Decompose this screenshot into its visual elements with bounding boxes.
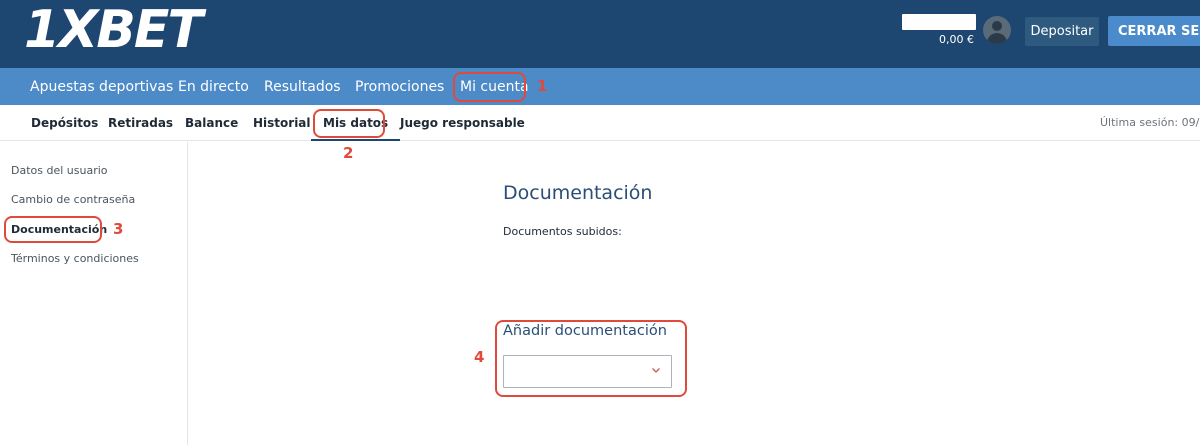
- top-header: 1XBET 0,00 € Depositar CERRAR SESIÓN: [0, 0, 1200, 68]
- main-nav: Apuestas deportivas En directo Resultado…: [0, 68, 1200, 105]
- balance-amount: 0,00 €: [939, 33, 974, 46]
- nav-item-results[interactable]: Resultados: [264, 68, 341, 105]
- account-sidebar: Datos del usuario Cambio de contraseña D…: [0, 142, 188, 445]
- tab-history[interactable]: Historial: [253, 105, 311, 140]
- page-title: Documentación: [503, 182, 653, 204]
- brand-logo[interactable]: 1X BET: [24, 0, 203, 60]
- deposit-button[interactable]: Depositar: [1025, 17, 1099, 46]
- logo-text-1x: 1X: [24, 0, 98, 60]
- tab-withdrawals[interactable]: Retiradas: [108, 105, 173, 140]
- annotation-number-3: 3: [113, 220, 124, 238]
- account-name-box: [902, 14, 976, 30]
- logo-text-bet: BET: [96, 0, 203, 60]
- user-avatar-icon[interactable]: [983, 16, 1011, 44]
- account-sub-nav: Depósitos Retiradas Balance Historial Mi…: [0, 105, 1200, 141]
- logout-button[interactable]: CERRAR SESIÓN: [1108, 16, 1200, 46]
- annotation-number-4: 4: [474, 348, 485, 366]
- tab-deposits[interactable]: Depósitos: [31, 105, 98, 140]
- uploaded-documents-label: Documentos subidos:: [503, 225, 622, 238]
- tab-balance[interactable]: Balance: [185, 105, 238, 140]
- nav-item-live[interactable]: En directo: [178, 68, 249, 105]
- annotation-box-3: [4, 216, 102, 243]
- nav-item-promotions[interactable]: Promociones: [355, 68, 444, 105]
- annotation-number-2: 2: [343, 144, 354, 162]
- sidebar-item-terms[interactable]: Términos y condiciones: [11, 252, 139, 265]
- annotation-number-1: 1: [537, 77, 548, 95]
- sidebar-item-change-password[interactable]: Cambio de contraseña: [11, 193, 135, 206]
- sidebar-item-user-data[interactable]: Datos del usuario: [11, 164, 108, 177]
- annotation-box-4: [495, 320, 687, 397]
- annotation-box-1: [453, 72, 526, 102]
- last-session-info: Última sesión: 09/0: [1100, 116, 1200, 129]
- tab-responsible-gaming[interactable]: Juego responsable: [400, 105, 525, 140]
- nav-item-sports-bets[interactable]: Apuestas deportivas: [30, 68, 173, 105]
- annotation-box-2: [313, 109, 385, 138]
